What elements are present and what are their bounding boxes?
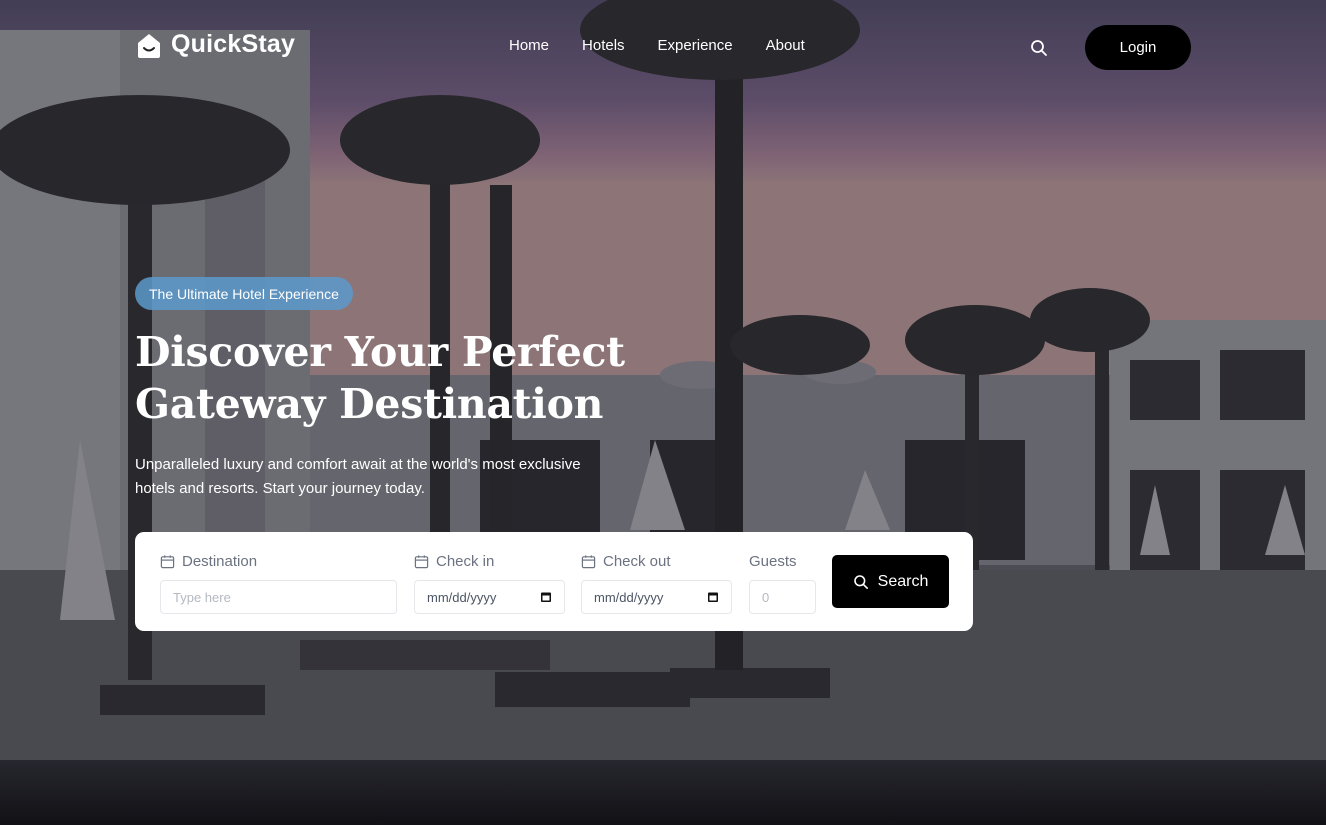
- navbar: QuickStay Home Hotels Experience About L…: [0, 0, 1326, 95]
- login-button[interactable]: Login: [1085, 25, 1191, 70]
- destination-input[interactable]: Type here: [160, 580, 397, 614]
- headline-line-1: Discover Your Perfect: [135, 328, 625, 376]
- calendar-icon: [581, 555, 596, 569]
- check-out-label: Check out: [581, 553, 671, 570]
- subtitle-line-1: Unparalleled luxury and comfort await at…: [135, 456, 581, 473]
- guests-placeholder: 0: [762, 589, 770, 605]
- hero-badge: The Ultimate Hotel Experience: [135, 277, 353, 310]
- calendar-icon: [160, 555, 175, 569]
- brand-name: QuickStay: [171, 30, 296, 58]
- calendar-icon: [414, 555, 429, 569]
- guests-input[interactable]: 0: [749, 580, 816, 614]
- headline-line-2: Gateway Destination: [135, 380, 604, 428]
- search-icon: [853, 574, 868, 589]
- nav-link-about[interactable]: About: [766, 37, 805, 54]
- nav-links: Home Hotels Experience About: [509, 37, 838, 54]
- calendar-picker-icon[interactable]: [707, 591, 719, 603]
- guests-label-text: Guests: [749, 553, 797, 570]
- destination-placeholder: Type here: [173, 589, 231, 605]
- calendar-picker-icon[interactable]: [540, 591, 552, 603]
- subtitle-line-2: hotels and resorts. Start your journey t…: [135, 480, 425, 497]
- hero-section: QuickStay Home Hotels Experience About L…: [0, 0, 1326, 825]
- search-icon[interactable]: [1029, 38, 1049, 58]
- check-out-date-input[interactable]: mm/dd/yyyy: [581, 580, 732, 614]
- check-in-label: Check in: [414, 553, 494, 570]
- hero-subtitle: Unparalleled luxury and comfort await at…: [135, 453, 655, 501]
- hero-headline: Discover Your Perfect Gateway Destinatio…: [135, 326, 695, 430]
- search-submit-label: Search: [877, 572, 929, 590]
- search-submit-button[interactable]: Search: [832, 555, 949, 608]
- nav-link-hotels[interactable]: Hotels: [582, 37, 625, 54]
- house-logo-icon: [138, 33, 160, 58]
- brand-logo[interactable]: QuickStay: [135, 30, 295, 59]
- booking-search-form: Destination Type here Check in mm/dd/yyy…: [135, 532, 973, 631]
- check-out-label-text: Check out: [603, 553, 671, 570]
- destination-label-text: Destination: [182, 553, 258, 570]
- nav-link-home[interactable]: Home: [509, 37, 549, 54]
- destination-label: Destination: [160, 553, 257, 570]
- check-in-value: mm/dd/yyyy: [427, 589, 497, 605]
- check-in-label-text: Check in: [436, 553, 495, 570]
- nav-link-experience[interactable]: Experience: [658, 37, 733, 54]
- guests-label: Guests: [749, 553, 797, 570]
- check-out-value: mm/dd/yyyy: [594, 589, 664, 605]
- check-in-date-input[interactable]: mm/dd/yyyy: [414, 580, 565, 614]
